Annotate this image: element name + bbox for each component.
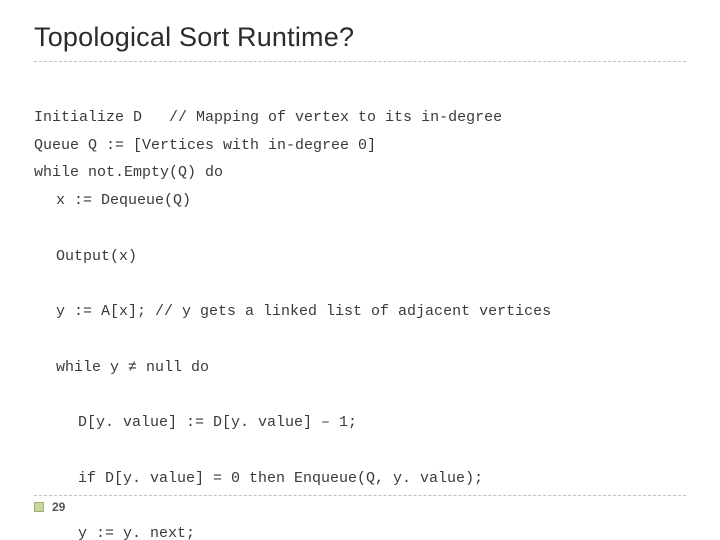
code-line: while not.Empty(Q) do xyxy=(34,164,223,181)
code-line: Queue Q := [Vertices with in-degree 0] xyxy=(34,137,376,154)
code-line: D[y. value] := D[y. value] – 1; xyxy=(34,409,686,437)
slide-footer: 29 xyxy=(34,495,686,514)
code-line: y := y. next; xyxy=(34,520,686,540)
code-line: x := Dequeue(Q) xyxy=(34,187,686,215)
title-divider xyxy=(34,61,686,62)
bullet-icon xyxy=(34,502,44,512)
code-line: y := A[x]; // y gets a linked list of ad… xyxy=(34,298,686,326)
pseudocode-block: Initialize D // Mapping of vertex to its… xyxy=(34,76,686,540)
code-line: Output(x) xyxy=(34,243,686,271)
code-line: Initialize D // Mapping of vertex to its… xyxy=(34,109,502,126)
footer-divider xyxy=(34,495,686,496)
code-line: while y ≠ null do xyxy=(34,354,686,382)
page-number: 29 xyxy=(52,500,65,514)
code-line: if D[y. value] = 0 then Enqueue(Q, y. va… xyxy=(34,465,686,493)
slide-title: Topological Sort Runtime? xyxy=(34,22,686,53)
page-marker: 29 xyxy=(34,500,686,514)
slide: Topological Sort Runtime? Initialize D /… xyxy=(0,0,720,540)
